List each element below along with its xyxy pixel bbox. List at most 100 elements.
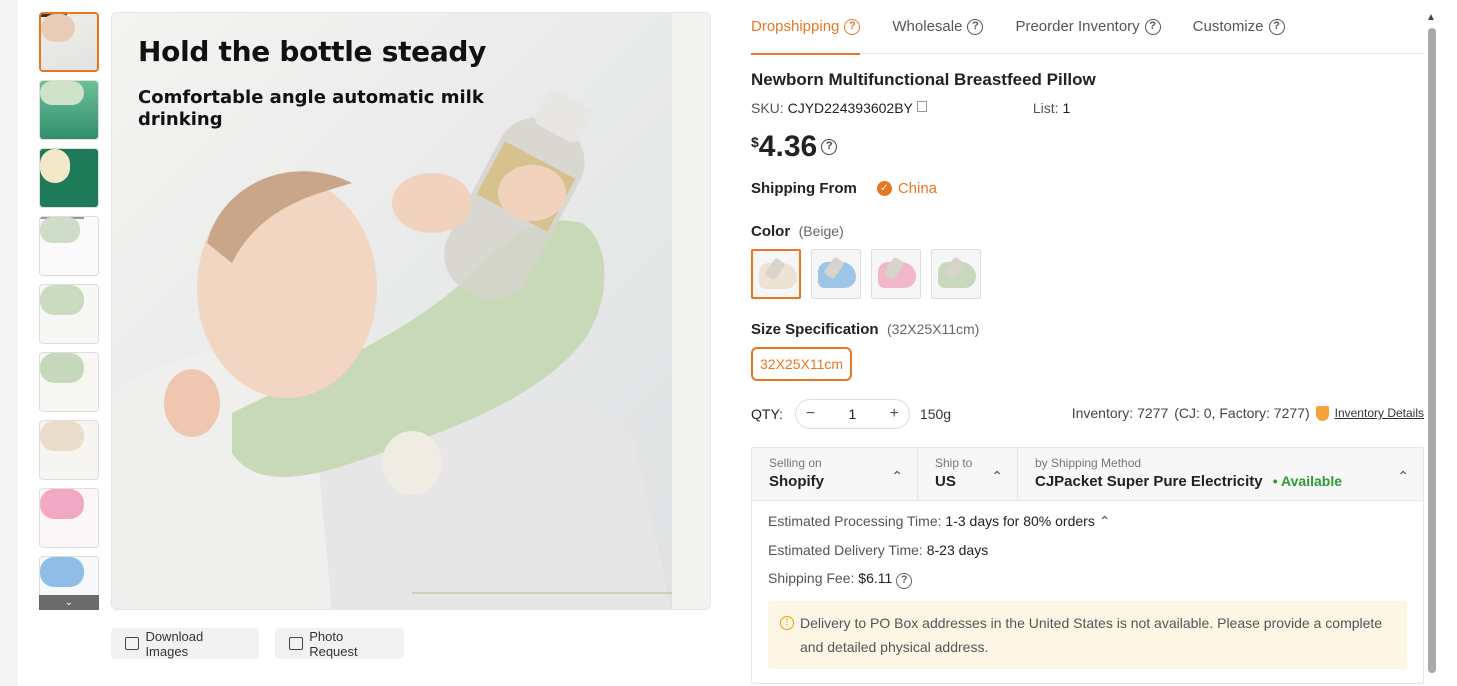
thumbnail-3[interactable] <box>39 148 99 208</box>
video-icon <box>289 637 304 650</box>
tab-dropshipping[interactable]: Dropshipping ? <box>751 0 861 55</box>
download-images-button[interactable]: Download Images <box>111 628 259 659</box>
color-swatch-blue[interactable] <box>811 249 861 299</box>
size-label: Size Specification <box>751 321 879 338</box>
inventory-total: Inventory: 7277 <box>1071 405 1169 421</box>
color-swatch-pink[interactable] <box>871 249 921 299</box>
selling-on-value: Shopify <box>769 473 824 490</box>
processing-label: Estimated Processing Time: <box>768 513 942 529</box>
sku-row: SKU: CJYD224393602BY List: 1 <box>751 100 1424 116</box>
thumbnail-7[interactable] <box>39 420 99 480</box>
chevron-up-icon: ⌃ <box>991 468 1003 484</box>
fee-label: Shipping Fee: <box>768 570 855 586</box>
color-section: Color (Beige) <box>751 223 1424 299</box>
shield-icon <box>1315 405 1329 421</box>
shipping-method-label: by Shipping Method <box>1035 456 1142 470</box>
po-box-notice: ! Delivery to PO Box addresses in the Un… <box>768 601 1407 669</box>
scroll-up-arrow[interactable]: ▲ <box>1426 12 1436 23</box>
photo-request-button[interactable]: Photo Request <box>275 628 404 659</box>
tab-label: Dropshipping <box>751 18 840 35</box>
product-detail-panel: Dropshipping ? Wholesale ? Preorder Inve… <box>751 0 1424 684</box>
download-images-label: Download Images <box>145 628 204 659</box>
help-icon[interactable]: ? <box>844 18 861 35</box>
help-icon[interactable]: ? <box>896 573 913 589</box>
chevron-up-icon: ⌃ <box>891 468 903 484</box>
scrollbar[interactable] <box>1428 28 1436 673</box>
color-selected: (Beige) <box>798 223 844 239</box>
tab-label: Wholesale <box>892 18 963 35</box>
photo-request-label: Photo Request <box>309 628 358 659</box>
shipping-method-value: CJPacket Super Pure Electricity • Availa… <box>1035 473 1406 490</box>
tab-label: Preorder Inventory <box>1015 18 1140 35</box>
inventory-info: Inventory: 7277 (CJ: 0, Factory: 7277) I… <box>1072 405 1424 421</box>
weight-value: 150g <box>919 406 952 422</box>
shipping-from-label: Shipping From <box>751 180 857 197</box>
processing-value: 1-3 days for 80% orders <box>945 513 1095 529</box>
shipping-box: Selling on Shopify ⌃ Ship to US ⌃ by Shi… <box>751 447 1424 684</box>
thumbnail-6[interactable] <box>39 352 99 412</box>
thumbnail-5[interactable] <box>39 284 99 344</box>
copy-icon[interactable] <box>916 101 927 112</box>
tab-preorder-inventory[interactable]: Preorder Inventory ? <box>1015 0 1161 54</box>
selling-on-label: Selling on <box>769 456 822 470</box>
color-label: Color <box>751 223 791 240</box>
sku-value: CJYD224393602BY <box>787 100 913 116</box>
warning-icon: ! <box>780 616 794 630</box>
thumbnail-1[interactable] <box>39 12 99 72</box>
thumbnail-4[interactable] <box>39 216 99 276</box>
download-image-icon <box>125 637 140 650</box>
shipping-method-select[interactable]: by Shipping Method CJPacket Super Pure E… <box>1018 448 1423 500</box>
price: $ 4.36 ? <box>751 130 1424 164</box>
list-label: List: <box>1032 100 1059 116</box>
thumbnail-2[interactable] <box>39 80 99 140</box>
image-subtext: Comfortable angle automatic milk drinkin… <box>138 87 484 130</box>
inventory-details-link[interactable]: Inventory Details <box>1335 406 1424 420</box>
help-icon[interactable]: ? <box>1268 18 1285 35</box>
sku-label: SKU: <box>751 100 784 116</box>
chevron-up-icon[interactable]: ⌃ <box>1099 513 1111 529</box>
shipping-from-option[interactable]: ✓ China <box>876 180 937 197</box>
help-icon[interactable]: ? <box>967 18 984 35</box>
list-value: 1 <box>1062 100 1071 116</box>
help-icon[interactable]: ? <box>1144 18 1161 35</box>
color-swatch-green[interactable] <box>931 249 981 299</box>
product-title: Newborn Multifunctional Breastfeed Pillo… <box>751 70 1096 89</box>
ship-to-value: US <box>935 473 956 490</box>
chevron-up-icon: ⌃ <box>1397 468 1409 484</box>
size-section: Size Specification (32X25X11cm) 32X25X11… <box>751 321 1424 381</box>
delivery-label: Estimated Delivery Time: <box>768 542 923 558</box>
chevron-down-icon[interactable]: ⌄ <box>39 595 99 610</box>
size-selected: (32X25X11cm) <box>887 321 980 337</box>
left-gutter <box>0 0 18 686</box>
shipping-details: Estimated Processing Time: 1-3 days for … <box>752 501 1423 683</box>
delivery-time-row: Estimated Delivery Time: 8-23 days <box>768 542 1407 558</box>
color-swatch-beige[interactable] <box>751 249 801 299</box>
selling-on-select[interactable]: Selling on Shopify ⌃ <box>752 448 918 500</box>
delivery-value: 8-23 days <box>926 542 989 558</box>
tab-label: Customize <box>1192 18 1264 35</box>
main-product-image: Hold the bottle steady Comfortable angle… <box>111 12 711 610</box>
thumbnail-8[interactable] <box>39 488 99 548</box>
tab-wholesale[interactable]: Wholesale ? <box>892 0 984 54</box>
ship-to-select[interactable]: Ship to US ⌃ <box>918 448 1018 500</box>
notice-text: Delivery to PO Box addresses in the Unit… <box>800 615 1383 655</box>
check-icon: ✓ <box>876 181 892 196</box>
decrement-button[interactable]: − <box>806 405 815 423</box>
ship-to-label: Ship to <box>935 456 973 470</box>
thumbnail-list[interactable] <box>39 12 99 610</box>
quantity-value[interactable]: 1 <box>849 406 857 422</box>
currency-symbol: $ <box>751 134 759 150</box>
increment-button[interactable]: + <box>890 405 899 423</box>
inventory-split: (CJ: 0, Factory: 7277) <box>1174 405 1310 421</box>
shipping-fee-row: Shipping Fee: $6.11 ? <box>768 570 1407 589</box>
availability-status: • Available <box>1272 473 1343 489</box>
help-icon[interactable]: ? <box>821 139 838 155</box>
size-option[interactable]: 32X25X11cm <box>751 347 853 381</box>
price-amount: 4.36 <box>758 130 818 163</box>
shipping-selectors: Selling on Shopify ⌃ Ship to US ⌃ by Shi… <box>752 448 1423 501</box>
color-swatches <box>751 249 1424 299</box>
qty-label: QTY: <box>751 406 783 422</box>
purchase-tabs: Dropshipping ? Wholesale ? Preorder Inve… <box>751 0 1424 55</box>
tab-customize[interactable]: Customize ? <box>1193 0 1285 54</box>
processing-time-row: Estimated Processing Time: 1-3 days for … <box>768 513 1407 530</box>
